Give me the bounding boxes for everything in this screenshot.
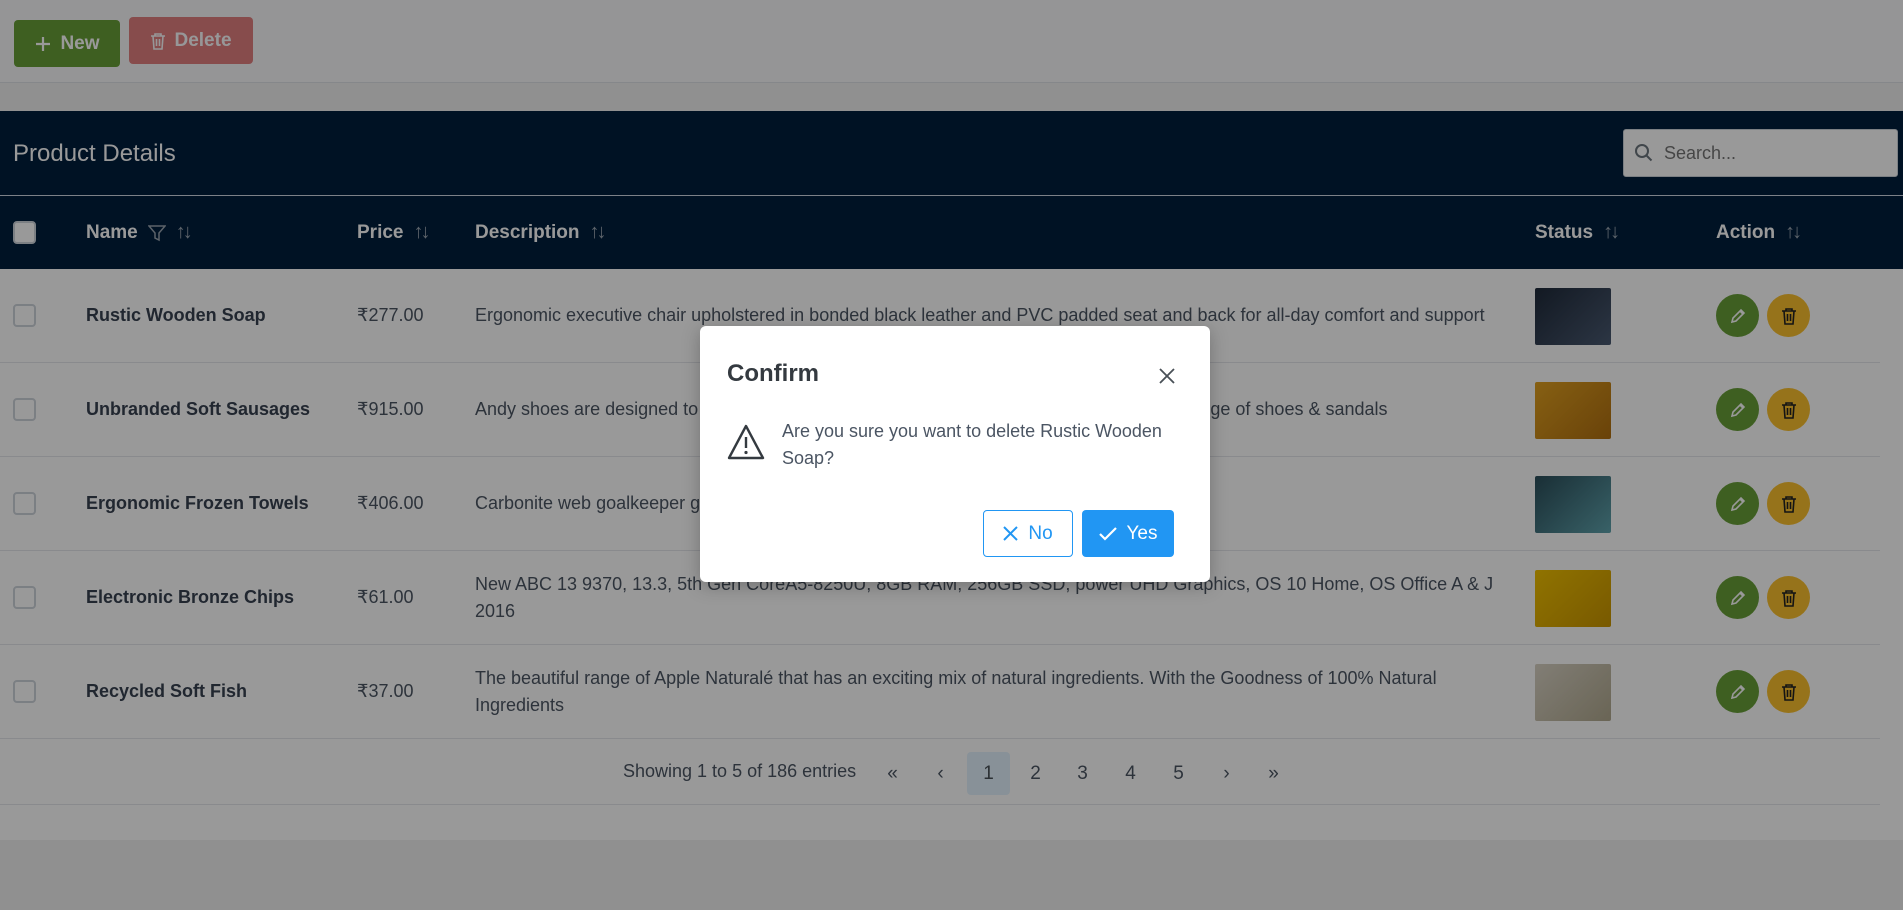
dialog-message: Are you sure you want to delete Rustic W… — [782, 421, 1162, 468]
dialog-close-button[interactable] — [1152, 361, 1182, 391]
confirm-dialog: Confirm Are you sure you want to delete … — [700, 326, 1210, 582]
dialog-title: Confirm — [727, 360, 819, 387]
no-button-label: No — [1028, 522, 1053, 544]
close-icon — [1159, 368, 1175, 384]
yes-button-label: Yes — [1126, 522, 1158, 544]
yes-button[interactable]: Yes — [1082, 510, 1174, 557]
no-button[interactable]: No — [983, 510, 1073, 557]
warning-icon — [727, 424, 765, 465]
close-icon — [1003, 526, 1019, 541]
check-icon — [1098, 526, 1117, 541]
